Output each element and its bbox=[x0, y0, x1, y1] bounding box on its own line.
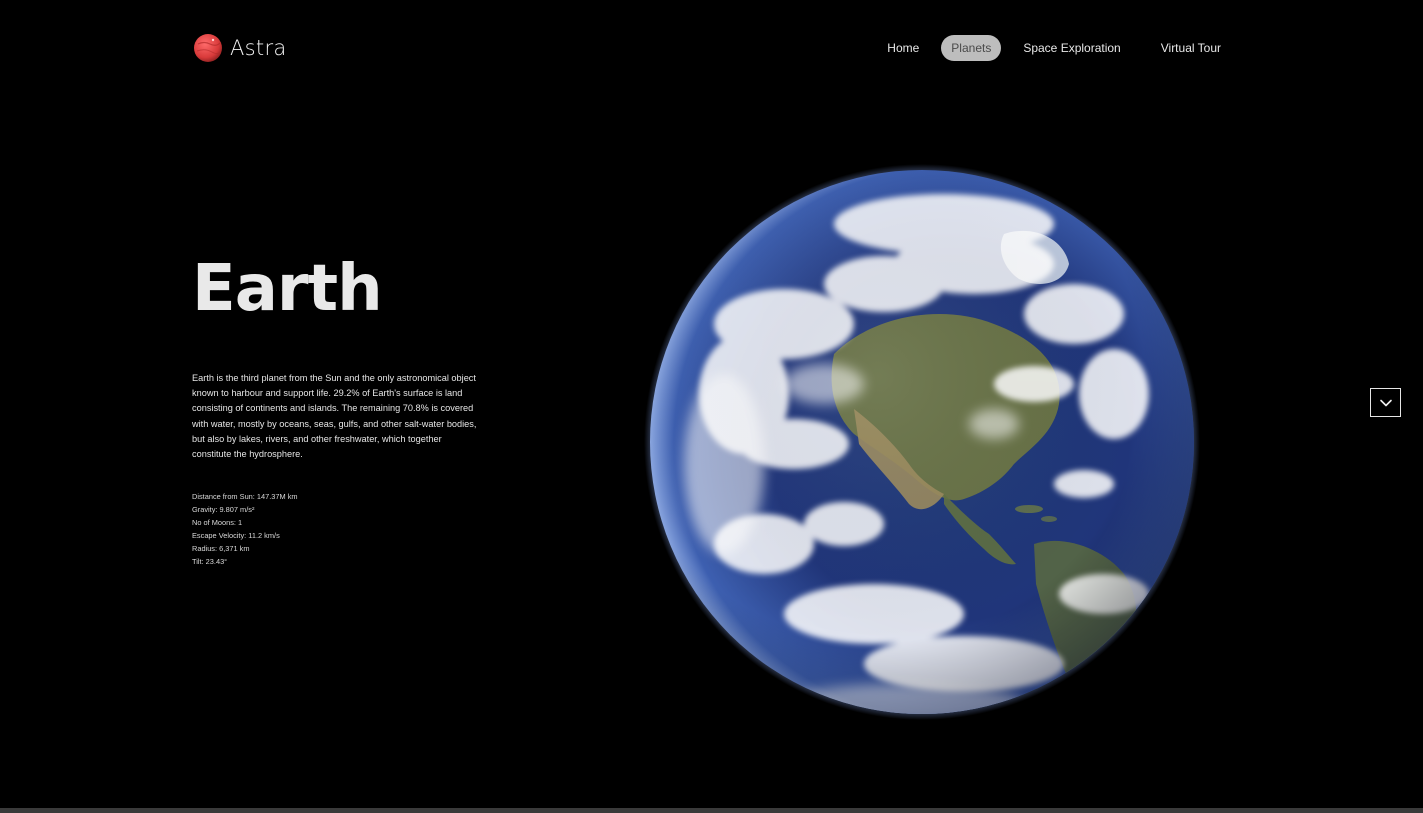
stat-distance: Distance from Sun: 147.37M km bbox=[192, 492, 298, 501]
scroll-down-button[interactable] bbox=[1370, 388, 1401, 417]
brand-name: Astra bbox=[230, 36, 287, 60]
chevron-down-icon bbox=[1379, 399, 1392, 406]
stat-moons: No of Moons: 1 bbox=[192, 517, 243, 527]
planet-description: Earth is the third planet from the Sun a… bbox=[192, 373, 477, 460]
nav-planets[interactable]: Planets bbox=[941, 35, 1002, 61]
planet-stats: Distance from Sun: 147.37M km Gravity: 9… bbox=[192, 491, 298, 568]
bottom-bar bbox=[0, 808, 1423, 813]
page: Astra Home Planets Space Exploration Vir… bbox=[0, 0, 1423, 813]
brand-logo[interactable]: Astra bbox=[192, 32, 287, 64]
stat-radius: Radius: 6,371 km bbox=[192, 543, 250, 553]
planet-title: Earth bbox=[192, 252, 383, 326]
earth-globe-image bbox=[644, 164, 1200, 720]
stat-gravity: Gravity: 9.807 m/s² bbox=[192, 504, 255, 514]
nav-virtual-tour[interactable]: Virtual Tour bbox=[1151, 35, 1231, 61]
stat-escape-velocity: Escape Velocity: 11.2 km/s bbox=[192, 530, 280, 540]
stat-tilt: Tilt: 23.43° bbox=[192, 556, 228, 566]
nav-home[interactable]: Home bbox=[877, 35, 929, 61]
nav-space-exploration[interactable]: Space Exploration bbox=[1013, 35, 1130, 61]
red-planet-icon bbox=[194, 34, 222, 62]
main-nav: Home Planets Space Exploration Virtual T… bbox=[877, 35, 1231, 61]
